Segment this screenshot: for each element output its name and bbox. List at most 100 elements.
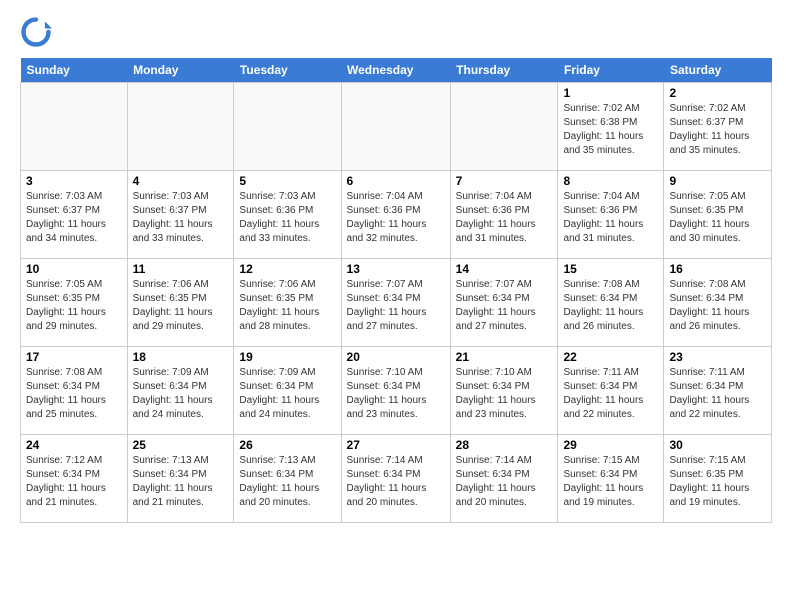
calendar-cell: 18 Sunrise: 7:09 AM Sunset: 6:34 PM Dayli… xyxy=(127,347,234,435)
calendar-cell: 27Sunrise: 7:14 AM Sunset: 6:34 PM Dayli… xyxy=(341,435,450,523)
day-number: 26 xyxy=(239,438,335,452)
weekday-header-wednesday: Wednesday xyxy=(341,58,450,83)
calendar-cell: 21 Sunrise: 7:10 AM Sunset: 6:34 PM Dayli… xyxy=(450,347,558,435)
calendar-cell: 12 Sunrise: 7:06 AM Sunset: 6:35 PM Dayli… xyxy=(234,259,341,347)
day-number: 28 xyxy=(456,438,553,452)
day-info: Sunrise: 7:03 AM Sunset: 6:36 PM Dayligh… xyxy=(239,190,335,246)
day-info: Sunrise: 7:10 AM Sunset: 6:34 PM Dayligh… xyxy=(456,366,553,422)
day-number: 8 xyxy=(563,174,658,188)
day-number: 17 xyxy=(26,350,122,364)
day-info: Sunrise: 7:15 AM Sunset: 6:34 PM Dayligh… xyxy=(563,454,658,510)
calendar-cell: 1 Sunrise: 7:02 AM Sunset: 6:38 PM Daylig… xyxy=(558,83,664,171)
calendar-cell: 3 Sunrise: 7:03 AM Sunset: 6:37 PM Daylig… xyxy=(21,171,128,259)
calendar-cell: 19 Sunrise: 7:09 AM Sunset: 6:34 PM Dayli… xyxy=(234,347,341,435)
calendar-cell: 17 Sunrise: 7:08 AM Sunset: 6:34 PM Dayli… xyxy=(21,347,128,435)
day-info: Sunrise: 7:11 AM Sunset: 6:34 PM Dayligh… xyxy=(563,366,658,422)
day-info: Sunrise: 7:04 AM Sunset: 6:36 PM Dayligh… xyxy=(347,190,445,246)
day-number: 25 xyxy=(133,438,229,452)
day-info: Sunrise: 7:13 AM Sunset: 6:34 PM Dayligh… xyxy=(133,454,229,510)
day-number: 18 xyxy=(133,350,229,364)
day-info: Sunrise: 7:07 AM Sunset: 6:34 PM Dayligh… xyxy=(347,278,445,334)
day-info: Sunrise: 7:09 AM Sunset: 6:34 PM Dayligh… xyxy=(133,366,229,422)
day-info: Sunrise: 7:13 AM Sunset: 6:34 PM Dayligh… xyxy=(239,454,335,510)
day-info: Sunrise: 7:04 AM Sunset: 6:36 PM Dayligh… xyxy=(563,190,658,246)
calendar-cell: 9 Sunrise: 7:05 AM Sunset: 6:35 PM Daylig… xyxy=(664,171,772,259)
calendar-cell xyxy=(341,83,450,171)
calendar-cell: 28 Sunrise: 7:14 AM Sunset: 6:34 PM Dayli… xyxy=(450,435,558,523)
day-number: 5 xyxy=(239,174,335,188)
day-number: 23 xyxy=(669,350,766,364)
day-info: Sunrise: 7:10 AM Sunset: 6:34 PM Dayligh… xyxy=(347,366,445,422)
day-info: Sunrise: 7:03 AM Sunset: 6:37 PM Dayligh… xyxy=(133,190,229,246)
calendar: SundayMondayTuesdayWednesdayThursdayFrid… xyxy=(20,58,772,523)
weekday-header-saturday: Saturday xyxy=(664,58,772,83)
day-number: 1 xyxy=(563,86,658,100)
calendar-week-3: 10 Sunrise: 7:05 AM Sunset: 6:35 PM Dayli… xyxy=(21,259,772,347)
day-info: Sunrise: 7:12 AM Sunset: 6:34 PM Dayligh… xyxy=(26,454,122,510)
calendar-header-row: SundayMondayTuesdayWednesdayThursdayFrid… xyxy=(21,58,772,83)
day-info: Sunrise: 7:03 AM Sunset: 6:37 PM Dayligh… xyxy=(26,190,122,246)
day-info: Sunrise: 7:08 AM Sunset: 6:34 PM Dayligh… xyxy=(669,278,766,334)
day-info: Sunrise: 7:14 AM Sunset: 6:34 PM Dayligh… xyxy=(456,454,553,510)
weekday-header-sunday: Sunday xyxy=(21,58,128,83)
day-number: 19 xyxy=(239,350,335,364)
day-info: Sunrise: 7:07 AM Sunset: 6:34 PM Dayligh… xyxy=(456,278,553,334)
calendar-week-1: 1 Sunrise: 7:02 AM Sunset: 6:38 PM Daylig… xyxy=(21,83,772,171)
day-number: 6 xyxy=(347,174,445,188)
calendar-cell: 23 Sunrise: 7:11 AM Sunset: 6:34 PM Dayli… xyxy=(664,347,772,435)
day-number: 3 xyxy=(26,174,122,188)
calendar-week-2: 3 Sunrise: 7:03 AM Sunset: 6:37 PM Daylig… xyxy=(21,171,772,259)
day-info: Sunrise: 7:05 AM Sunset: 6:35 PM Dayligh… xyxy=(26,278,122,334)
day-info: Sunrise: 7:14 AM Sunset: 6:34 PM Dayligh… xyxy=(347,454,445,510)
weekday-header-tuesday: Tuesday xyxy=(234,58,341,83)
page: SundayMondayTuesdayWednesdayThursdayFrid… xyxy=(0,0,792,533)
day-number: 21 xyxy=(456,350,553,364)
day-info: Sunrise: 7:08 AM Sunset: 6:34 PM Dayligh… xyxy=(26,366,122,422)
day-info: Sunrise: 7:08 AM Sunset: 6:34 PM Dayligh… xyxy=(563,278,658,334)
day-number: 22 xyxy=(563,350,658,364)
logo-icon xyxy=(20,16,52,48)
day-info: Sunrise: 7:06 AM Sunset: 6:35 PM Dayligh… xyxy=(133,278,229,334)
day-number: 20 xyxy=(347,350,445,364)
weekday-header-friday: Friday xyxy=(558,58,664,83)
day-number: 9 xyxy=(669,174,766,188)
weekday-header-monday: Monday xyxy=(127,58,234,83)
calendar-cell: 26 Sunrise: 7:13 AM Sunset: 6:34 PM Dayli… xyxy=(234,435,341,523)
calendar-cell: 11 Sunrise: 7:06 AM Sunset: 6:35 PM Dayli… xyxy=(127,259,234,347)
calendar-cell: 14 Sunrise: 7:07 AM Sunset: 6:34 PM Dayli… xyxy=(450,259,558,347)
calendar-cell: 24 Sunrise: 7:12 AM Sunset: 6:34 PM Dayli… xyxy=(21,435,128,523)
weekday-header-thursday: Thursday xyxy=(450,58,558,83)
day-info: Sunrise: 7:05 AM Sunset: 6:35 PM Dayligh… xyxy=(669,190,766,246)
day-number: 10 xyxy=(26,262,122,276)
day-info: Sunrise: 7:09 AM Sunset: 6:34 PM Dayligh… xyxy=(239,366,335,422)
day-info: Sunrise: 7:15 AM Sunset: 6:35 PM Dayligh… xyxy=(669,454,766,510)
day-info: Sunrise: 7:02 AM Sunset: 6:38 PM Dayligh… xyxy=(563,102,658,158)
day-number: 14 xyxy=(456,262,553,276)
day-number: 15 xyxy=(563,262,658,276)
day-number: 12 xyxy=(239,262,335,276)
day-info: Sunrise: 7:04 AM Sunset: 6:36 PM Dayligh… xyxy=(456,190,553,246)
calendar-cell xyxy=(21,83,128,171)
calendar-cell: 29Sunrise: 7:15 AM Sunset: 6:34 PM Dayli… xyxy=(558,435,664,523)
calendar-cell: 16 Sunrise: 7:08 AM Sunset: 6:34 PM Dayli… xyxy=(664,259,772,347)
calendar-cell: 25 Sunrise: 7:13 AM Sunset: 6:34 PM Dayli… xyxy=(127,435,234,523)
calendar-cell: 6 Sunrise: 7:04 AM Sunset: 6:36 PM Daylig… xyxy=(341,171,450,259)
logo xyxy=(20,16,54,48)
day-info: Sunrise: 7:06 AM Sunset: 6:35 PM Dayligh… xyxy=(239,278,335,334)
day-info: Sunrise: 7:02 AM Sunset: 6:37 PM Dayligh… xyxy=(669,102,766,158)
day-info: Sunrise: 7:11 AM Sunset: 6:34 PM Dayligh… xyxy=(669,366,766,422)
day-number: 4 xyxy=(133,174,229,188)
day-number: 16 xyxy=(669,262,766,276)
calendar-cell: 13Sunrise: 7:07 AM Sunset: 6:34 PM Dayli… xyxy=(341,259,450,347)
header xyxy=(20,16,772,48)
calendar-cell: 8 Sunrise: 7:04 AM Sunset: 6:36 PM Daylig… xyxy=(558,171,664,259)
calendar-cell: 2Sunrise: 7:02 AM Sunset: 6:37 PM Daylig… xyxy=(664,83,772,171)
calendar-cell: 30Sunrise: 7:15 AM Sunset: 6:35 PM Dayli… xyxy=(664,435,772,523)
day-number: 24 xyxy=(26,438,122,452)
calendar-cell: 15 Sunrise: 7:08 AM Sunset: 6:34 PM Dayli… xyxy=(558,259,664,347)
day-number: 11 xyxy=(133,262,229,276)
calendar-cell: 7Sunrise: 7:04 AM Sunset: 6:36 PM Daylig… xyxy=(450,171,558,259)
calendar-cell: 5 Sunrise: 7:03 AM Sunset: 6:36 PM Daylig… xyxy=(234,171,341,259)
calendar-cell: 10 Sunrise: 7:05 AM Sunset: 6:35 PM Dayli… xyxy=(21,259,128,347)
calendar-cell: 22 Sunrise: 7:11 AM Sunset: 6:34 PM Dayli… xyxy=(558,347,664,435)
